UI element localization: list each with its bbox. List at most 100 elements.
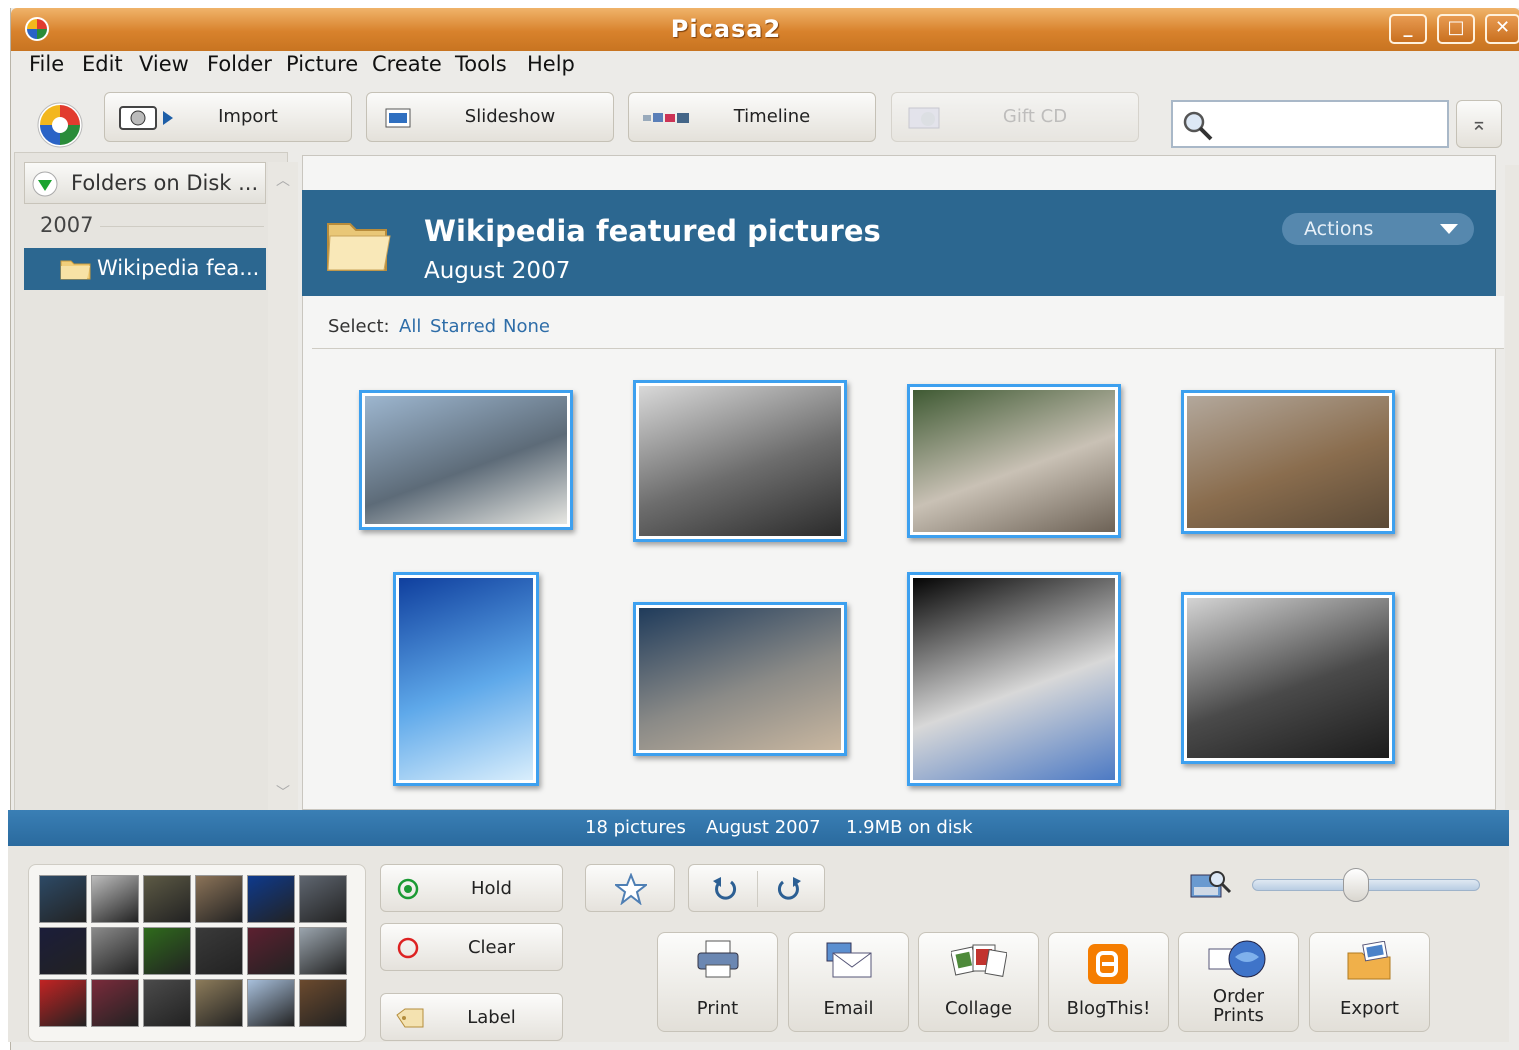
tray-thumbnail[interactable] — [143, 979, 191, 1027]
collage-icon — [951, 944, 1007, 977]
order-prints-label-line1: Order — [1212, 986, 1265, 1007]
printer-icon — [697, 940, 739, 978]
close-button[interactable]: ✕ — [1485, 14, 1519, 44]
menu-tools[interactable]: Tools — [455, 52, 507, 76]
minimize-button[interactable]: _ — [1389, 14, 1427, 44]
gift-cd-button[interactable]: Gift CD — [891, 92, 1139, 142]
tray-thumbnail[interactable] — [195, 875, 243, 923]
album-title: Wikipedia featured pictures — [424, 214, 881, 248]
tray-thumbnail[interactable] — [195, 927, 243, 975]
export-button[interactable]: Export — [1309, 932, 1430, 1032]
rotate-right-icon[interactable] — [775, 875, 803, 903]
folder-item-wikipedia[interactable]: Wikipedia fea... — [24, 248, 266, 290]
slideshow-button[interactable]: Slideshow — [366, 92, 614, 142]
scroll-down-icon[interactable]: ﹀ — [276, 782, 290, 802]
star-button[interactable] — [585, 864, 675, 912]
tray-thumbnail[interactable] — [39, 927, 87, 975]
email-icon — [826, 942, 872, 978]
tray-thumbnail[interactable] — [299, 927, 347, 975]
tray-thumbnail[interactable] — [299, 875, 347, 923]
year-label: 2007 — [40, 213, 94, 237]
tray-thumbnail[interactable] — [91, 979, 139, 1027]
order-prints-label-line2: Prints — [1213, 1005, 1264, 1026]
menu-file[interactable]: File — [29, 52, 64, 76]
photo-image — [1187, 396, 1389, 528]
photo-thumbnail[interactable] — [1181, 390, 1395, 534]
photo-image — [1187, 598, 1389, 758]
menu-help[interactable]: Help — [527, 52, 575, 76]
album-date: August 2007 — [424, 258, 571, 284]
tray-thumbnail[interactable] — [195, 979, 243, 1027]
window-title: Picasa2 — [670, 15, 782, 43]
photo-thumbnail[interactable] — [633, 380, 847, 542]
menu-create[interactable]: Create — [372, 52, 442, 76]
photo-image — [399, 578, 533, 780]
scroll-up-icon[interactable]: ︿ — [276, 170, 290, 190]
hold-button[interactable]: Hold — [380, 864, 563, 912]
print-button[interactable]: Print — [657, 932, 778, 1032]
tray-thumbnail[interactable] — [91, 927, 139, 975]
zoom-slider[interactable] — [1252, 868, 1480, 902]
sidebar-scrollbar[interactable]: ︿ ﹀ — [268, 162, 298, 812]
tray-thumbnail[interactable] — [247, 979, 295, 1027]
rotate-divider — [757, 871, 758, 907]
tray-thumbnail[interactable] — [247, 927, 295, 975]
zoom-thumb[interactable] — [1342, 868, 1369, 902]
photo-thumbnail[interactable] — [1181, 592, 1395, 764]
maximize-button[interactable]: □ — [1437, 14, 1475, 44]
collage-button[interactable]: Collage — [918, 932, 1039, 1032]
tray-thumbnail[interactable] — [39, 979, 87, 1027]
picasa-home-icon[interactable] — [36, 101, 84, 149]
rotate-left-icon[interactable] — [711, 875, 739, 903]
select-all-link[interactable]: All — [399, 316, 421, 337]
status-bar: 18 pictures August 2007 1.9MB on disk — [8, 810, 1509, 846]
search-options-button[interactable]: ⌅ — [1456, 100, 1502, 148]
menu-folder[interactable]: Folder — [207, 52, 272, 76]
menu-edit[interactable]: Edit — [82, 52, 123, 76]
actions-dropdown[interactable]: Actions — [1282, 213, 1474, 245]
tray-thumbnail[interactable] — [143, 927, 191, 975]
photo-image — [913, 390, 1115, 532]
tray-thumbnails — [39, 875, 349, 1031]
tray-thumbnail[interactable] — [247, 875, 295, 923]
blogthis-button[interactable]: BlogThis! — [1048, 932, 1169, 1032]
photo-image — [639, 386, 841, 536]
label-button[interactable]: Label — [380, 993, 563, 1041]
email-button[interactable]: Email — [788, 932, 909, 1032]
main-scrollbar[interactable] — [1505, 165, 1519, 810]
tray-thumbnail[interactable] — [91, 875, 139, 923]
order-prints-globe-icon — [1208, 940, 1266, 978]
folders-header[interactable]: Folders on Disk ... — [24, 162, 266, 204]
search-input[interactable] — [1219, 110, 1443, 140]
label-label: Label — [467, 1007, 516, 1028]
import-label: Import — [218, 106, 278, 127]
select-none-link[interactable]: None — [503, 316, 550, 337]
menu-view[interactable]: View — [139, 52, 189, 76]
tray-thumbnail[interactable] — [299, 979, 347, 1027]
photo-thumbnail[interactable] — [359, 390, 573, 530]
photo-image — [913, 578, 1115, 780]
select-label: Select: — [328, 316, 390, 337]
timeline-button[interactable]: Timeline — [628, 92, 876, 142]
import-button[interactable]: Import — [104, 92, 352, 142]
tray-thumbnail[interactable] — [143, 875, 191, 923]
search-field[interactable] — [1171, 100, 1449, 148]
menu-picture[interactable]: Picture — [286, 52, 358, 76]
photo-thumbnail[interactable] — [633, 602, 847, 756]
collage-label: Collage — [944, 998, 1013, 1019]
folder-item-label: Wikipedia fea... — [97, 256, 260, 280]
tray-thumbnail[interactable] — [39, 875, 87, 923]
photo-image — [639, 608, 841, 750]
photo-thumbnail[interactable] — [907, 384, 1121, 538]
photo-thumbnail[interactable] — [907, 572, 1121, 786]
search-icon — [1183, 111, 1213, 141]
blogthis-label: BlogThis! — [1066, 998, 1151, 1019]
folders-header-label: Folders on Disk ... — [71, 171, 259, 195]
chevron-down-icon — [1440, 224, 1458, 234]
order-prints-button[interactable]: Order Prints — [1178, 932, 1299, 1032]
select-starred-link[interactable]: Starred — [430, 316, 496, 337]
clear-button[interactable]: Clear — [380, 923, 563, 971]
rotate-buttons — [688, 864, 825, 912]
album-folder-icon — [327, 223, 391, 271]
photo-thumbnail[interactable] — [393, 572, 539, 786]
